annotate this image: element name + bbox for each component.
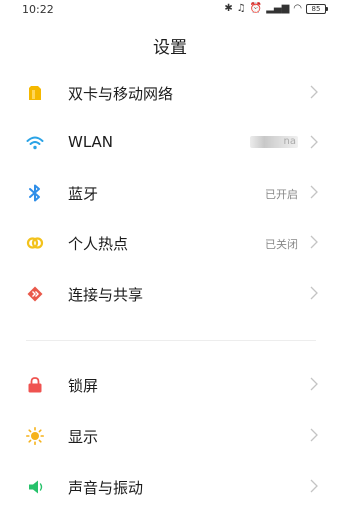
sun-icon [26,427,44,445]
chevron-right-icon [310,135,318,149]
bluetooth-status-icon: ✱ [224,3,233,14]
wifi-network-name: na [283,136,296,147]
speaker-icon [29,480,43,494]
chevron-right-icon [310,185,318,199]
settings-item-sim-network[interactable]: 双卡与移动网络 [0,68,340,118]
settings-item-label: 锁屏 [68,377,99,395]
wifi-icon [26,136,44,150]
battery-icon: 85 [306,4,328,14]
settings-item-label: 显示 [68,428,99,446]
settings-item-label: 声音与振动 [68,479,144,497]
chevron-right-icon [310,85,318,99]
chevron-right-icon [310,235,318,249]
settings-item-display[interactable]: 显示 [0,411,340,461]
settings-item-label: 连接与共享 [68,286,144,304]
settings-item-label: 蓝牙 [68,185,99,203]
settings-item-label: WLAN [68,133,114,151]
lock-icon [28,377,42,393]
connection-share-icon [27,286,43,302]
wifi-status-icon: ◠ [293,3,302,14]
settings-item-label: 双卡与移动网络 [68,85,174,103]
mute-status-icon: ♫ [236,3,246,14]
chevron-right-icon [310,428,318,442]
settings-item-sound-vibration[interactable]: 声音与振动 [0,462,340,512]
bluetooth-status: 已开启 [265,188,298,201]
status-time: 10:22 [22,3,54,16]
alarm-status-icon: ⏰ [249,3,263,14]
settings-item-lock-screen[interactable]: 锁屏 [0,360,340,410]
hotspot-status: 已关闭 [265,238,298,251]
chevron-right-icon [310,286,318,300]
settings-item-wlan[interactable]: WLAN na [0,118,340,168]
bluetooth-icon [29,184,40,202]
hotspot-icon [26,237,44,249]
chevron-right-icon [310,377,318,391]
status-icons: ✱ ♫ ⏰ ▂▄▆ ◠ 85 [224,3,328,15]
sim-card-icon [29,86,41,100]
settings-item-bluetooth[interactable]: 蓝牙 已开启 [0,168,340,218]
settings-item-label: 个人热点 [68,235,129,253]
settings-item-hotspot[interactable]: 个人热点 已关闭 [0,218,340,268]
chevron-right-icon [310,479,318,493]
settings-item-connection-sharing[interactable]: 连接与共享 [0,269,340,319]
section-divider [26,340,316,341]
status-bar: 10:22 ✱ ♫ ⏰ ▂▄▆ ◠ 85 [0,0,340,22]
page-title: 设置 [153,38,187,58]
signal-status-icon: ▂▄▆ [266,3,290,14]
